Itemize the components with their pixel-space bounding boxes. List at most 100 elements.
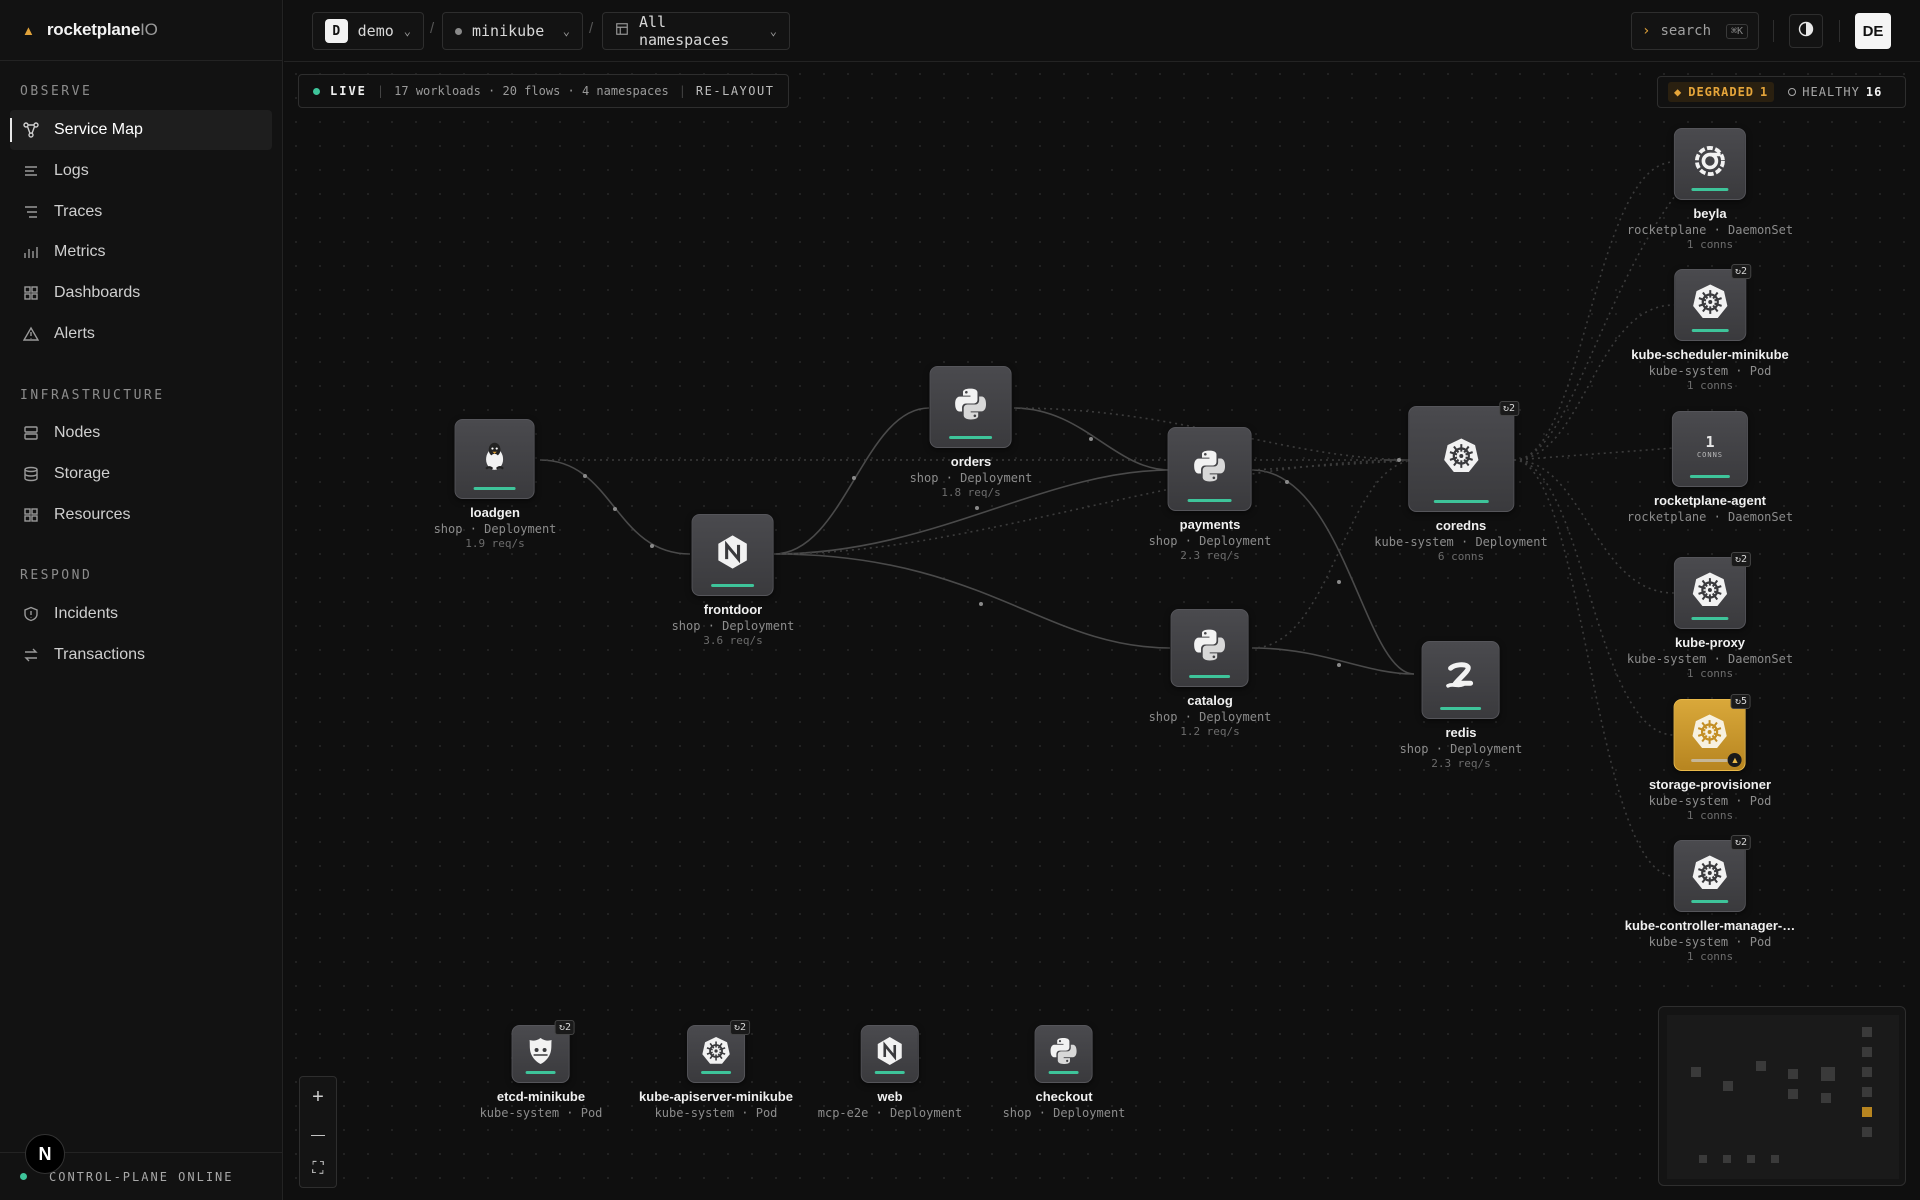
live-status-bar: LIVE | 17 workloads · 20 flows · 4 names… (298, 74, 790, 108)
node-tile[interactable]: 1 CONNS (1671, 411, 1748, 487)
sidebar-item-storage[interactable]: Storage (10, 454, 272, 494)
node-kube-scheduler[interactable]: ↻2 kube-scheduler-minikube kube-system · P… (1631, 264, 1789, 392)
node-tile[interactable] (1034, 1025, 1093, 1083)
node-tile[interactable]: ↻2 (511, 1020, 575, 1083)
node-name: redis (1445, 725, 1477, 740)
sidebar-item-dashboards[interactable]: Dashboards (10, 273, 272, 313)
node-name: catalog (1187, 693, 1233, 708)
sidebar-item-nodes[interactable]: Nodes (10, 413, 272, 453)
alert-triangle-icon (22, 325, 40, 343)
search-button[interactable]: › search ⌘K (1631, 12, 1759, 50)
brand[interactable]: ▲ rocketplaneIO (0, 0, 282, 61)
node-name: coredns (1435, 518, 1487, 533)
service-map-canvas[interactable]: LIVE | 17 workloads · 20 flows · 4 names… (284, 62, 1920, 1200)
sidebar-item-service-map[interactable]: Service Map (10, 110, 272, 150)
node-rate: 1.8 req/s (941, 486, 1001, 499)
chevron-down-icon: ⌄ (403, 24, 411, 38)
healthy-filter[interactable]: HEALTHY 16 (1788, 85, 1882, 99)
node-name: kube-apiserver-minikube (639, 1089, 793, 1104)
node-tile[interactable] (1673, 128, 1746, 200)
node-tile[interactable] (861, 1025, 919, 1083)
restart-count-badge: ↻2 (554, 1020, 575, 1035)
sidebar-item-label: Alerts (54, 325, 95, 342)
cluster-selector[interactable]: minikube ⌄ (442, 12, 583, 50)
node-tile[interactable] (454, 419, 535, 499)
kubernetes-icon (1690, 712, 1730, 752)
sidebar-item-incidents[interactable]: Incidents (10, 594, 272, 634)
node-loadgen[interactable]: loadgen shop · Deployment 1.9 req/s (434, 419, 556, 550)
zoom-out-button[interactable]: — (311, 1126, 325, 1142)
node-checkout[interactable]: checkout shop · Deployment (1003, 1025, 1125, 1120)
sidebar-item-logs[interactable]: Logs (10, 151, 272, 191)
node-name: rocketplane-agent (1654, 493, 1766, 508)
sidebar-item-resources[interactable]: Resources (10, 495, 272, 535)
node-tile[interactable] (1170, 609, 1249, 687)
degraded-filter[interactable]: ◆ DEGRADED 1 (1668, 82, 1775, 102)
nginx-icon (714, 533, 752, 571)
grafana-icon (1691, 142, 1729, 180)
relayout-button[interactable]: RE-LAYOUT (696, 84, 775, 98)
node-tile[interactable] (1421, 641, 1500, 719)
section-label-observe: OBSERVE (20, 84, 93, 99)
sidebar-item-label: Storage (54, 465, 111, 482)
node-tile[interactable] (691, 514, 774, 596)
namespace-selector[interactable]: All namespaces ⌄ (602, 12, 790, 50)
restart-count-badge: ↻2 (1730, 264, 1751, 279)
node-orders[interactable]: orders shop · Deployment 1.8 req/s (909, 366, 1033, 499)
node-tile[interactable]: ↻2 (1673, 835, 1751, 912)
node-redis[interactable]: redis shop · Deployment 2.3 req/s (1399, 641, 1523, 770)
node-kube-controller[interactable]: ↻2 kube-controller-manager-… kube-system ·… (1625, 835, 1795, 963)
node-meta: kube-system · Pod (654, 1106, 778, 1120)
node-tile[interactable]: ↻2 (686, 1020, 750, 1083)
org-selector[interactable]: D demo ⌄ (312, 12, 424, 50)
node-tile[interactable]: ↻5 ▲ (1673, 694, 1751, 771)
node-meta: shop · Deployment (1148, 710, 1272, 724)
theme-toggle-button[interactable] (1789, 14, 1823, 48)
logs-icon (22, 162, 40, 180)
node-etcd[interactable]: ↻2 etcd-minikube kube-system · Pod (480, 1020, 602, 1120)
node-catalog[interactable]: catalog shop · Deployment 1.2 req/s (1148, 609, 1272, 738)
restart-count-badge: ↻2 (729, 1020, 750, 1035)
node-meta: shop · Deployment (909, 471, 1033, 485)
sidebar-item-transactions[interactable]: Transactions (10, 635, 272, 675)
node-meta: kube-system · Deployment (1374, 535, 1548, 549)
node-beyla[interactable]: beyla rocketplane · DaemonSet 1 conns (1627, 128, 1793, 251)
kubernetes-icon (1441, 436, 1481, 476)
node-name: kube-proxy (1674, 635, 1746, 650)
live-label: LIVE (330, 84, 367, 98)
database-icon (22, 465, 40, 483)
node-meta: kube-system · Pod (1648, 794, 1772, 808)
node-rate: 1 conns (1686, 667, 1734, 680)
node-web[interactable]: web mcp-e2e · Deployment (818, 1025, 962, 1120)
node-kube-apiserver[interactable]: ↻2 kube-apiserver-minikube kube-system · P… (639, 1020, 793, 1120)
rocket-logo-icon: ▲ (22, 22, 35, 38)
node-kube-proxy[interactable]: ↻2 kube-proxy kube-system · DaemonSet 1 con… (1627, 552, 1793, 680)
sidebar-item-label: Logs (54, 162, 89, 179)
sidebar-item-metrics[interactable]: Metrics (10, 232, 272, 272)
node-storage-provisioner[interactable]: ↻5 ▲ storage-provisioner kube-system · Pod 1… (1648, 694, 1772, 822)
sidebar-item-alerts[interactable]: Alerts (10, 314, 272, 354)
node-coredns[interactable]: ↻2 coredns kube-system · Deployment 6 conns (1374, 401, 1548, 563)
linux-icon (478, 439, 512, 473)
node-tile[interactable] (929, 366, 1012, 448)
zoom-in-button[interactable]: + (312, 1086, 324, 1109)
node-meta: kube-system · Pod (1648, 935, 1772, 949)
next-logo-badge[interactable]: N (25, 1134, 65, 1174)
user-avatar[interactable]: DE (1855, 13, 1891, 49)
sidebar-item-traces[interactable]: Traces (10, 192, 272, 232)
fit-view-button[interactable]: ⛶ (312, 1160, 323, 1178)
node-meta: shop · Deployment (1399, 742, 1523, 756)
node-name: etcd-minikube (496, 1089, 586, 1104)
node-tile[interactable]: ↻2 (1673, 552, 1751, 629)
topbar: D demo ⌄ / minikube ⌄ / All namespaces ⌄… (284, 0, 1920, 62)
node-tile[interactable] (1167, 427, 1252, 511)
sidebar-item-label: Traces (54, 203, 103, 220)
node-rocketplane-agent[interactable]: 1 CONNS rocketplane-agent rocketplane · Dae… (1627, 411, 1793, 524)
node-tile[interactable]: ↻2 (1673, 264, 1751, 341)
node-payments[interactable]: payments shop · Deployment 2.3 req/s (1149, 427, 1271, 562)
kubernetes-icon (1690, 570, 1730, 610)
node-frontdoor[interactable]: frontdoor shop · Deployment 3.6 req/s (672, 514, 794, 647)
node-tile[interactable]: ↻2 (1407, 401, 1519, 512)
minimap[interactable] (1658, 1006, 1906, 1186)
warning-icon: ▲ (1727, 753, 1742, 767)
